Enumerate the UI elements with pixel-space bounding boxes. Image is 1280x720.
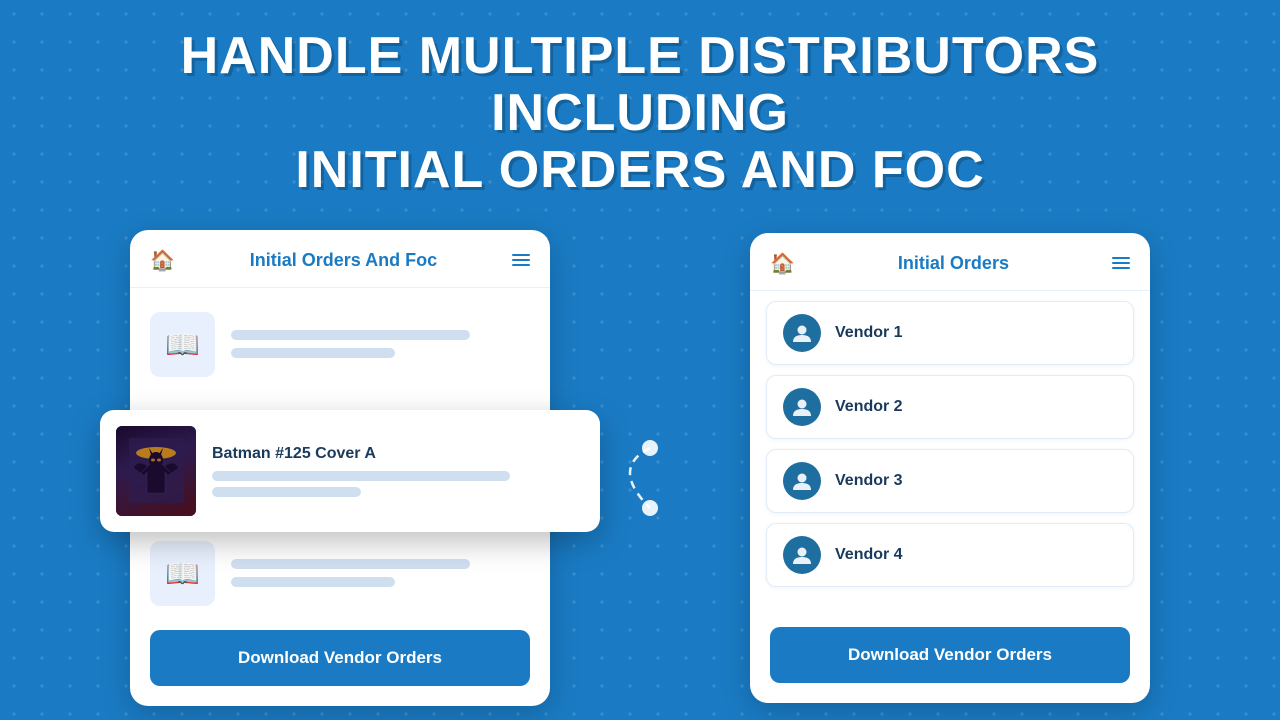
list-item: 📖 <box>150 533 530 614</box>
left-card: 🏠 Initial Orders And Foc 📖 <box>130 230 550 706</box>
vendor-name: Vendor 3 <box>835 472 903 490</box>
vendor-avatar <box>783 536 821 574</box>
vendor-name: Vendor 4 <box>835 546 903 564</box>
skeleton-line <box>231 577 395 587</box>
skeleton-line <box>231 348 395 358</box>
book-icon-box: 📖 <box>150 312 215 377</box>
right-card-header: 🏠 Initial Orders <box>750 233 1150 291</box>
comic-card: Batman #125 Cover A <box>100 410 600 532</box>
skeleton-lines <box>231 330 530 358</box>
vendor-item: Vendor 2 <box>766 375 1134 439</box>
right-card-title: Initial Orders <box>807 253 1100 274</box>
book-icon: 📖 <box>165 328 200 361</box>
connector-svg <box>590 368 710 568</box>
vendor-item: Vendor 4 <box>766 523 1134 587</box>
book-icon-box: 📖 <box>150 541 215 606</box>
home-icon: 🏠 <box>150 248 175 273</box>
user-icon <box>791 322 813 344</box>
left-card-title: Initial Orders And Foc <box>187 250 500 271</box>
vendor-avatar <box>783 388 821 426</box>
list-item: 📖 <box>150 304 530 385</box>
batman-svg <box>129 438 184 503</box>
book-icon: 📖 <box>165 557 200 590</box>
skeleton-line <box>231 559 470 569</box>
comic-info: Batman #125 Cover A <box>212 445 584 497</box>
comic-cover <box>116 426 196 516</box>
skeleton-line <box>212 487 361 497</box>
page-title: HANDLE MULTIPLE DISTRIBUTORS INCLUDING I… <box>90 28 1190 200</box>
skeleton-line <box>212 471 510 481</box>
skeleton-lines <box>231 559 530 587</box>
cards-row: 🏠 Initial Orders And Foc 📖 <box>0 230 1280 706</box>
left-card-header: 🏠 Initial Orders And Foc <box>130 230 550 288</box>
vendor-avatar <box>783 314 821 352</box>
user-icon <box>791 544 813 566</box>
right-menu-icon[interactable] <box>1112 257 1130 269</box>
comic-skeleton-lines <box>212 471 584 497</box>
right-download-button[interactable]: Download Vendor Orders <box>770 627 1130 683</box>
right-card: 🏠 Initial Orders Vendor 1 <box>750 233 1150 703</box>
home-icon: 🏠 <box>770 251 795 276</box>
user-icon <box>791 470 813 492</box>
left-download-button[interactable]: Download Vendor Orders <box>150 630 530 686</box>
main-container: HANDLE MULTIPLE DISTRIBUTORS INCLUDING I… <box>0 0 1280 720</box>
vendor-name: Vendor 1 <box>835 324 903 342</box>
vendor-item: Vendor 3 <box>766 449 1134 513</box>
user-icon <box>791 396 813 418</box>
vendor-list: Vendor 1 Vendor 2 <box>750 291 1150 627</box>
comic-title: Batman #125 Cover A <box>212 445 584 463</box>
skeleton-line <box>231 330 470 340</box>
vendor-avatar <box>783 462 821 500</box>
connector-area <box>590 418 710 518</box>
vendor-item: Vendor 1 <box>766 301 1134 365</box>
vendor-name: Vendor 2 <box>835 398 903 416</box>
left-menu-icon[interactable] <box>512 254 530 266</box>
